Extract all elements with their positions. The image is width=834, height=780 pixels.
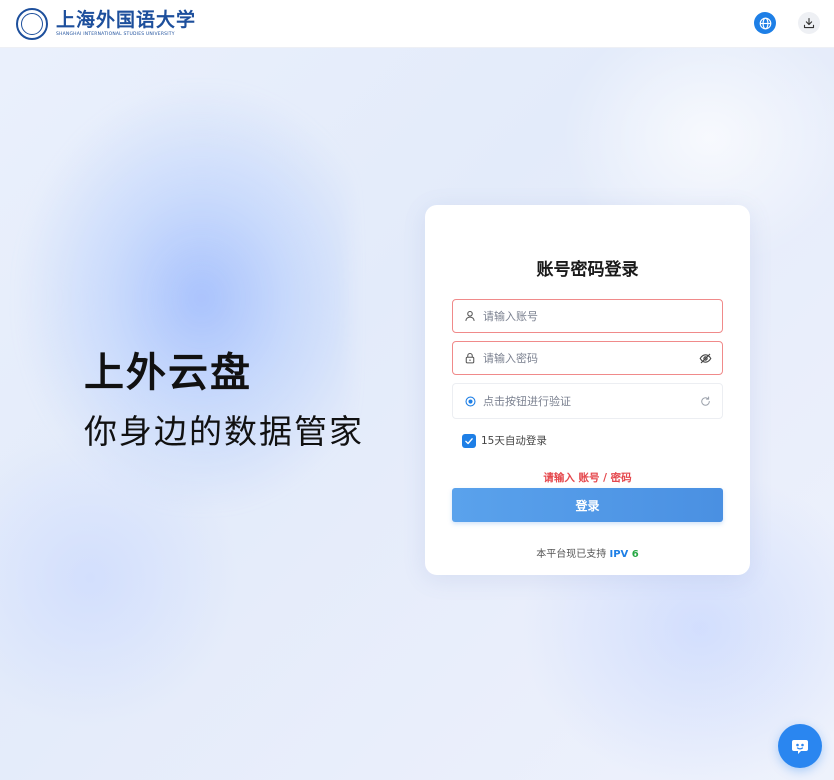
background-blob [0, 428, 240, 728]
language-button[interactable] [754, 12, 776, 34]
ipv-label: IPV [609, 549, 629, 560]
radio-dot-icon [463, 394, 477, 408]
lock-icon [463, 351, 477, 365]
login-title: 账号密码登录 [536, 260, 639, 280]
refresh-icon[interactable] [698, 394, 712, 408]
university-seal-icon [16, 8, 48, 40]
captcha-verify-text: 点击按钮进行验证 [483, 395, 571, 408]
account-input[interactable] [483, 309, 712, 323]
login-card: 账号密码登录 请输入账号 点击按钮进行验证 15天自动登录 请输入 账号 / 密… [425, 205, 750, 575]
password-field[interactable] [452, 341, 723, 375]
account-field[interactable] [452, 299, 723, 333]
remember-login[interactable]: 15天自动登录 [462, 433, 547, 448]
logo-en-text: SHANGHAI INTERNATIONAL STUDIES UNIVERSIT… [56, 31, 175, 37]
hero-title: 上外云盘 [84, 350, 252, 396]
chat-support-button[interactable] [778, 724, 822, 768]
check-icon [465, 437, 473, 444]
eye-off-icon[interactable] [698, 351, 712, 365]
top-header: 上海外国语大学 SHANGHAI INTERNATIONAL STUDIES U… [0, 0, 834, 48]
user-icon [463, 309, 477, 323]
remember-label: 15天自动登录 [481, 435, 547, 447]
chat-bot-icon [792, 740, 808, 754]
ipv-version: 6 [628, 549, 639, 560]
password-input[interactable] [483, 351, 698, 365]
ipv-support-note: 本平台现已支持 IPV 6 [425, 545, 750, 560]
hero-subtitle: 你身边的数据管家 [84, 412, 364, 451]
ipv-prefix: 本平台现已支持 [536, 549, 610, 560]
remember-checkbox[interactable] [462, 433, 476, 448]
error-message: 请输入 账号 / 密码 [543, 472, 632, 484]
download-button[interactable] [798, 12, 820, 34]
logo-cn-text: 上海外国语大学 [56, 8, 197, 31]
login-button[interactable]: 登录 [452, 488, 723, 522]
university-logo[interactable]: 上海外国语大学 SHANGHAI INTERNATIONAL STUDIES U… [16, 8, 196, 40]
globe-icon [759, 17, 771, 29]
captcha-verify-button[interactable]: 点击按钮进行验证 [452, 383, 723, 419]
download-icon [803, 17, 815, 29]
